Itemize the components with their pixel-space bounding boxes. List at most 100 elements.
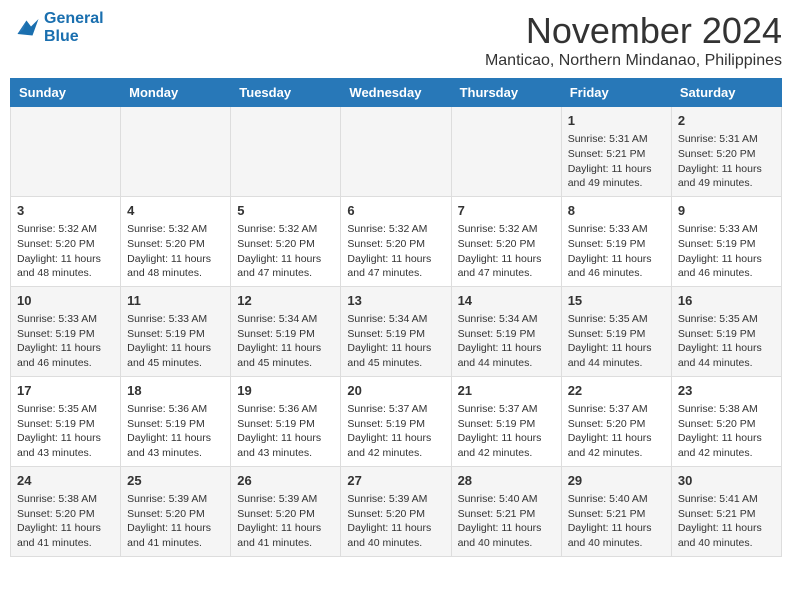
header-thursday: Thursday (451, 79, 561, 107)
day-info: Sunset: 5:21 PM (568, 147, 665, 162)
day-info: Sunset: 5:19 PM (237, 327, 334, 342)
day-info: Daylight: 11 hours and 42 minutes. (568, 431, 665, 460)
day-info: Daylight: 11 hours and 45 minutes. (127, 341, 224, 370)
table-row: 30Sunrise: 5:41 AMSunset: 5:21 PMDayligh… (671, 466, 781, 556)
day-info: Sunrise: 5:31 AM (678, 132, 775, 147)
day-info: Daylight: 11 hours and 47 minutes. (347, 252, 444, 281)
day-number: 29 (568, 472, 665, 490)
day-info: Sunrise: 5:37 AM (458, 402, 555, 417)
day-info: Sunset: 5:20 PM (17, 237, 114, 252)
day-info: Daylight: 11 hours and 44 minutes. (458, 341, 555, 370)
header-monday: Monday (121, 79, 231, 107)
day-info: Sunrise: 5:32 AM (127, 222, 224, 237)
day-info: Sunset: 5:20 PM (347, 237, 444, 252)
day-info: Daylight: 11 hours and 49 minutes. (568, 162, 665, 191)
day-info: Daylight: 11 hours and 40 minutes. (568, 521, 665, 550)
day-info: Daylight: 11 hours and 47 minutes. (458, 252, 555, 281)
day-info: Sunset: 5:21 PM (678, 507, 775, 522)
day-number: 25 (127, 472, 224, 490)
day-info: Daylight: 11 hours and 42 minutes. (347, 431, 444, 460)
table-row: 25Sunrise: 5:39 AMSunset: 5:20 PMDayligh… (121, 466, 231, 556)
header-wednesday: Wednesday (341, 79, 451, 107)
title-section: November 2024 Manticao, Northern Mindana… (485, 10, 782, 70)
day-number: 13 (347, 292, 444, 310)
day-info: Sunrise: 5:33 AM (678, 222, 775, 237)
day-info: Sunset: 5:20 PM (568, 417, 665, 432)
table-row (231, 107, 341, 197)
header-tuesday: Tuesday (231, 79, 341, 107)
table-row (121, 107, 231, 197)
day-info: Sunset: 5:19 PM (17, 417, 114, 432)
logo: General Blue (10, 10, 104, 46)
day-info: Sunrise: 5:37 AM (568, 402, 665, 417)
day-info: Daylight: 11 hours and 47 minutes. (237, 252, 334, 281)
table-row: 26Sunrise: 5:39 AMSunset: 5:20 PMDayligh… (231, 466, 341, 556)
day-info: Sunrise: 5:36 AM (127, 402, 224, 417)
day-info: Daylight: 11 hours and 44 minutes. (568, 341, 665, 370)
day-info: Daylight: 11 hours and 49 minutes. (678, 162, 775, 191)
day-number: 17 (17, 382, 114, 400)
day-info: Daylight: 11 hours and 46 minutes. (678, 252, 775, 281)
day-info: Sunrise: 5:32 AM (458, 222, 555, 237)
day-number: 15 (568, 292, 665, 310)
day-info: Daylight: 11 hours and 44 minutes. (678, 341, 775, 370)
day-number: 16 (678, 292, 775, 310)
day-number: 18 (127, 382, 224, 400)
table-row: 1Sunrise: 5:31 AMSunset: 5:21 PMDaylight… (561, 107, 671, 197)
day-info: Sunset: 5:19 PM (458, 417, 555, 432)
day-info: Sunrise: 5:35 AM (17, 402, 114, 417)
day-info: Sunset: 5:19 PM (127, 417, 224, 432)
day-number: 14 (458, 292, 555, 310)
day-info: Daylight: 11 hours and 40 minutes. (678, 521, 775, 550)
day-info: Sunrise: 5:33 AM (127, 312, 224, 327)
calendar-header: Sunday Monday Tuesday Wednesday Thursday… (11, 79, 782, 107)
day-number: 9 (678, 202, 775, 220)
table-row: 19Sunrise: 5:36 AMSunset: 5:19 PMDayligh… (231, 376, 341, 466)
day-info: Daylight: 11 hours and 40 minutes. (347, 521, 444, 550)
day-info: Sunset: 5:19 PM (458, 327, 555, 342)
table-row: 3Sunrise: 5:32 AMSunset: 5:20 PMDaylight… (11, 196, 121, 286)
table-row: 14Sunrise: 5:34 AMSunset: 5:19 PMDayligh… (451, 286, 561, 376)
day-info: Sunset: 5:19 PM (568, 237, 665, 252)
header-sunday: Sunday (11, 79, 121, 107)
day-info: Sunset: 5:21 PM (458, 507, 555, 522)
day-number: 12 (237, 292, 334, 310)
table-row (341, 107, 451, 197)
day-number: 11 (127, 292, 224, 310)
table-row: 20Sunrise: 5:37 AMSunset: 5:19 PMDayligh… (341, 376, 451, 466)
table-row: 15Sunrise: 5:35 AMSunset: 5:19 PMDayligh… (561, 286, 671, 376)
day-info: Daylight: 11 hours and 46 minutes. (17, 341, 114, 370)
day-info: Daylight: 11 hours and 48 minutes. (127, 252, 224, 281)
day-info: Sunset: 5:19 PM (678, 237, 775, 252)
table-row: 17Sunrise: 5:35 AMSunset: 5:19 PMDayligh… (11, 376, 121, 466)
day-number: 8 (568, 202, 665, 220)
day-info: Daylight: 11 hours and 41 minutes. (17, 521, 114, 550)
day-number: 21 (458, 382, 555, 400)
day-number: 4 (127, 202, 224, 220)
day-info: Sunrise: 5:40 AM (568, 492, 665, 507)
day-info: Sunrise: 5:34 AM (347, 312, 444, 327)
day-number: 28 (458, 472, 555, 490)
day-info: Sunrise: 5:35 AM (568, 312, 665, 327)
table-row: 6Sunrise: 5:32 AMSunset: 5:20 PMDaylight… (341, 196, 451, 286)
day-number: 27 (347, 472, 444, 490)
day-number: 10 (17, 292, 114, 310)
day-info: Sunset: 5:20 PM (17, 507, 114, 522)
table-row: 27Sunrise: 5:39 AMSunset: 5:20 PMDayligh… (341, 466, 451, 556)
day-info: Daylight: 11 hours and 45 minutes. (237, 341, 334, 370)
header-saturday: Saturday (671, 79, 781, 107)
day-info: Sunrise: 5:38 AM (17, 492, 114, 507)
day-info: Sunrise: 5:40 AM (458, 492, 555, 507)
table-row: 21Sunrise: 5:37 AMSunset: 5:19 PMDayligh… (451, 376, 561, 466)
day-info: Sunset: 5:20 PM (127, 237, 224, 252)
table-row: 22 Sunrise: 5:37 AMSunset: 5:20 PMDayligh… (561, 376, 671, 466)
table-row: 29 Sunrise: 5:40 AMSunset: 5:21 PMDayligh… (561, 466, 671, 556)
day-number: 22 (568, 382, 665, 400)
page-header: General Blue November 2024 Manticao, Nor… (10, 10, 782, 70)
day-info: Sunset: 5:21 PM (568, 507, 665, 522)
table-row: 18 Sunrise: 5:36 AMSunset: 5:19 PMDayligh… (121, 376, 231, 466)
day-number: 5 (237, 202, 334, 220)
day-info: Daylight: 11 hours and 43 minutes. (127, 431, 224, 460)
day-info: Daylight: 11 hours and 43 minutes. (237, 431, 334, 460)
month-title: November 2024 (485, 10, 782, 52)
